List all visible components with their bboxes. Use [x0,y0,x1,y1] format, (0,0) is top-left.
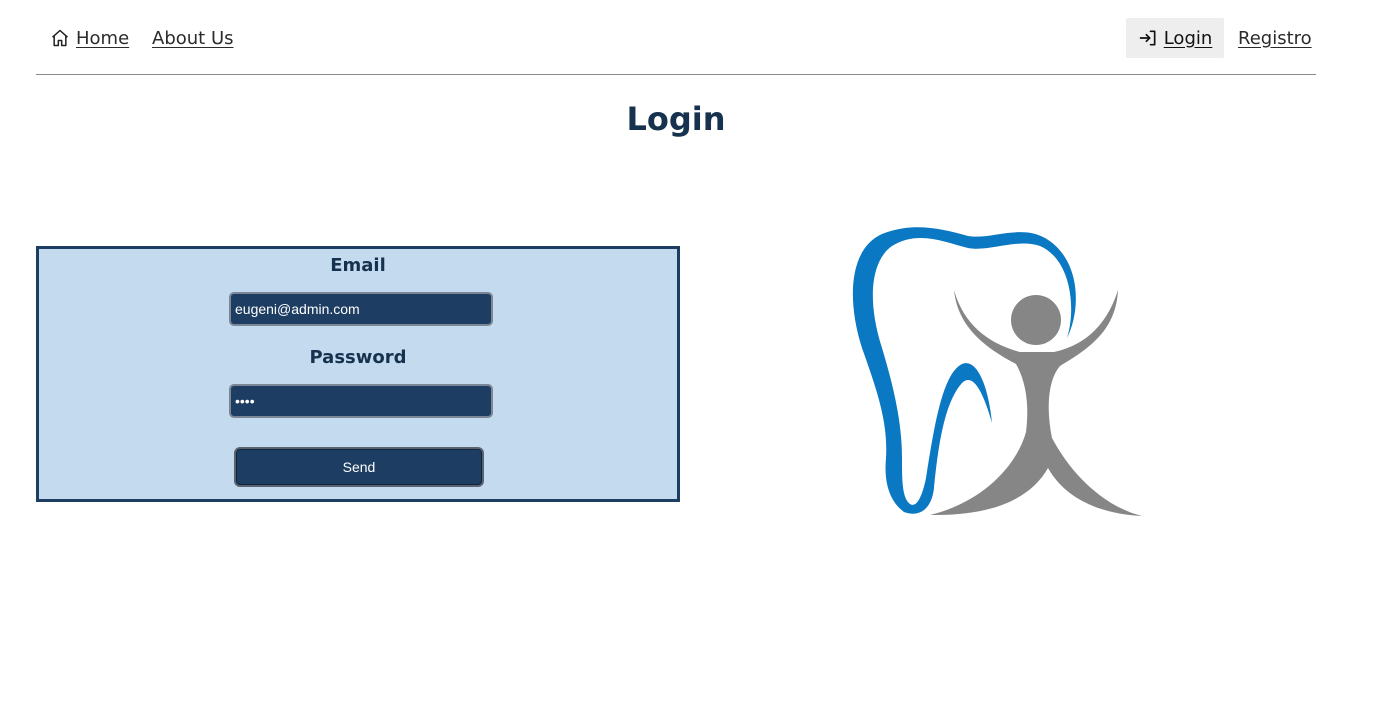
page-title: Login [626,100,726,138]
password-label: Password [309,347,407,368]
dental-logo-icon [852,227,1142,516]
nav-home-link[interactable]: Home [50,18,129,58]
password-input[interactable] [229,384,493,418]
nav-login-link[interactable]: Login [1126,18,1224,58]
home-icon [50,28,70,48]
dental-logo [840,218,1150,523]
email-input[interactable] [229,292,493,326]
login-form: Email Password Send [36,246,680,502]
send-button[interactable]: Send [234,447,484,487]
navbar: Home About Us Login Registro [36,0,1316,75]
nav-login-label: Login [1163,27,1213,49]
figure-head [1011,295,1061,345]
nav-register-link[interactable]: Registro [1238,18,1312,58]
nav-about-label: About Us [152,27,234,49]
nav-home-label: Home [76,27,130,49]
login-icon [1138,28,1158,48]
nav-about-link[interactable]: About Us [152,18,234,58]
email-label: Email [330,255,386,276]
nav-register-label: Registro [1238,27,1312,49]
